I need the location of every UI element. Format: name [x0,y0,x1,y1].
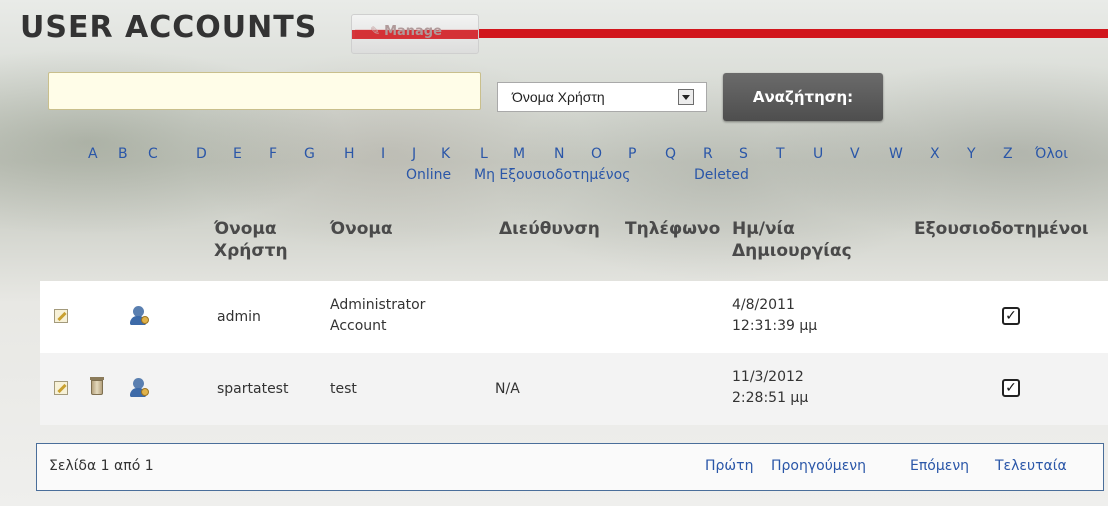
authorized-checkbox[interactable]: ✓ [1002,379,1020,397]
next-page-link[interactable]: Επόμενη [910,458,969,474]
letter-r[interactable]: R [703,146,713,162]
letter-u[interactable]: U [813,146,823,162]
page-title: USER ACCOUNTS [20,10,318,45]
letter-e[interactable]: E [233,146,242,162]
table-row: spartatest test N/A 11/3/2012 2:28:51 μμ… [40,353,1108,425]
edit-icon[interactable] [54,381,68,395]
manage-label: Manage [384,24,442,39]
pagination-bar: Σελίδα 1 από 1 Πρώτη Προηγούμενη Επόμενη… [36,443,1104,491]
cell-address: N/A [495,381,520,397]
search-input[interactable] [48,72,481,110]
letter-all[interactable]: Όλοι [1035,146,1068,162]
table-row: admin Administrator Account 4/8/2011 12:… [40,281,1108,353]
last-page-link[interactable]: Τελευταία [995,458,1067,474]
letter-v[interactable]: V [850,146,860,162]
filter-unauthorized[interactable]: Μη Εξουσιοδοτημένος [474,167,630,183]
letter-l[interactable]: L [480,146,488,162]
chevron-down-icon[interactable] [678,89,694,105]
col-phone[interactable]: Τηλέφωνο [625,218,720,240]
letter-t[interactable]: T [776,146,785,162]
previous-page-link[interactable]: Προηγούμενη [771,458,866,474]
search-field-select[interactable]: Όνομα Χρήστη [497,82,707,112]
col-username[interactable]: Όνομα Χρήστη [214,218,288,262]
cell-username: spartatest [217,381,289,397]
cell-created: 11/3/2012 2:28:51 μμ [732,369,809,406]
letter-a[interactable]: A [88,146,98,162]
letter-k[interactable]: K [441,146,450,162]
first-page-link[interactable]: Πρώτη [705,458,753,474]
filter-online[interactable]: Online [406,167,451,183]
search-field-selected: Όνομα Χρήστη [512,89,605,105]
letter-b[interactable]: B [118,146,128,162]
filter-deleted[interactable]: Deleted [694,167,749,183]
letter-p[interactable]: P [628,146,636,162]
cell-name: Administrator Account [330,297,426,334]
col-created[interactable]: Ημ/νία Δημιουργίας [732,218,852,262]
letter-j[interactable]: J [412,146,416,162]
letter-z[interactable]: Z [1003,146,1013,162]
col-address[interactable]: Διεύθυνση [499,218,600,240]
cell-created: 4/8/2011 12:31:39 μμ [732,297,818,334]
trash-icon[interactable] [90,377,104,395]
col-authorized[interactable]: Εξουσιοδοτημένοι [914,218,1089,240]
letter-n[interactable]: N [554,146,564,162]
letter-i[interactable]: I [381,146,385,162]
letter-q[interactable]: Q [665,146,676,162]
pencil-icon: ✎ [370,24,381,38]
letter-x[interactable]: X [930,146,940,162]
letter-d[interactable]: D [196,146,207,162]
alphabet-filter: A B C D E F G H I J K L M N O P Q R S T … [0,146,1108,168]
authorized-checkbox[interactable]: ✓ [1002,307,1020,325]
letter-m[interactable]: M [513,146,525,162]
user-key-icon[interactable] [129,306,149,326]
cell-username: admin [217,309,261,325]
letter-s[interactable]: S [739,146,748,162]
status-filter: Online Μη Εξουσιοδοτημένος Deleted [0,167,1108,189]
letter-w[interactable]: W [889,146,903,162]
manage-button[interactable]: ✎ Manage [351,14,479,54]
col-name[interactable]: Όνομα [330,218,393,240]
letter-f[interactable]: F [269,146,277,162]
edit-icon[interactable] [54,309,68,323]
letter-h[interactable]: H [344,146,355,162]
user-key-icon[interactable] [129,378,149,398]
page-info: Σελίδα 1 από 1 [49,458,154,474]
search-button[interactable]: Αναζήτηση: [723,73,883,121]
cell-name: test [330,381,357,397]
letter-y[interactable]: Y [967,146,976,162]
letter-o[interactable]: O [591,146,602,162]
letter-g[interactable]: G [304,146,315,162]
letter-c[interactable]: C [148,146,158,162]
